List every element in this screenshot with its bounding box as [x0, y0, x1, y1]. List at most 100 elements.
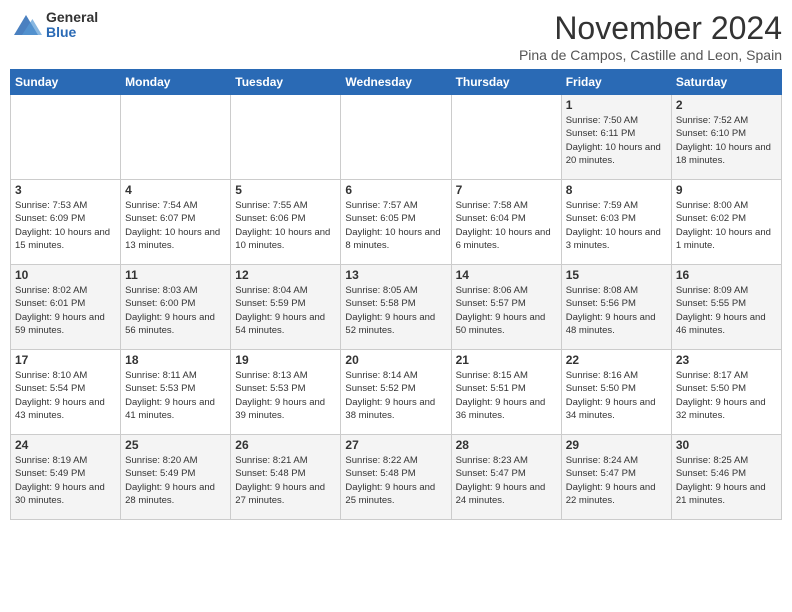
day-info: Sunrise: 8:24 AM Sunset: 5:47 PM Dayligh…: [566, 454, 667, 507]
day-header-friday: Friday: [561, 70, 671, 95]
calendar-cell: 11 Sunrise: 8:03 AM Sunset: 6:00 PM Dayli…: [121, 265, 231, 350]
logo: General Blue: [10, 10, 98, 41]
day-header-sunday: Sunday: [11, 70, 121, 95]
day-info: Sunrise: 8:25 AM Sunset: 5:46 PM Dayligh…: [676, 454, 777, 507]
day-number: 7: [456, 183, 557, 197]
calendar-cell: 6 Sunrise: 7:57 AM Sunset: 6:05 PM Daylig…: [341, 180, 451, 265]
calendar-cell: 30 Sunrise: 8:25 AM Sunset: 5:46 PM Dayli…: [671, 435, 781, 520]
day-info: Sunrise: 7:52 AM Sunset: 6:10 PM Dayligh…: [676, 114, 777, 167]
day-number: 20: [345, 353, 446, 367]
day-info: Sunrise: 8:05 AM Sunset: 5:58 PM Dayligh…: [345, 284, 446, 337]
calendar-cell: [121, 95, 231, 180]
calendar-week-row: 17Sunrise: 8:10 AM Sunset: 5:54 PM Dayli…: [11, 350, 782, 435]
day-number: 26: [235, 438, 336, 452]
day-number: 29: [566, 438, 667, 452]
calendar-cell: [11, 95, 121, 180]
calendar-cell: 16 Sunrise: 8:09 AM Sunset: 5:55 PM Dayli…: [671, 265, 781, 350]
day-number: 1: [566, 98, 667, 112]
logo-icon: [10, 11, 42, 39]
calendar-cell: 8 Sunrise: 7:59 AM Sunset: 6:03 PM Daylig…: [561, 180, 671, 265]
calendar-week-row: 10 Sunrise: 8:02 AM Sunset: 6:01 PM Dayli…: [11, 265, 782, 350]
location-subtitle: Pina de Campos, Castille and Leon, Spain: [519, 47, 782, 63]
day-info: Sunrise: 8:13 AM Sunset: 5:53 PM Dayligh…: [235, 369, 336, 422]
calendar-cell: 9 Sunrise: 8:00 AM Sunset: 6:02 PM Daylig…: [671, 180, 781, 265]
calendar-header-row: SundayMondayTuesdayWednesdayThursdayFrid…: [11, 70, 782, 95]
day-info: Sunrise: 7:53 AM Sunset: 6:09 PM Dayligh…: [15, 199, 116, 252]
day-info: Sunrise: 7:54 AM Sunset: 6:07 PM Dayligh…: [125, 199, 226, 252]
day-info: Sunrise: 8:20 AM Sunset: 5:49 PM Dayligh…: [125, 454, 226, 507]
day-number: 30: [676, 438, 777, 452]
day-info: Sunrise: 8:10 AM Sunset: 5:54 PM Dayligh…: [15, 369, 116, 422]
calendar-cell: [341, 95, 451, 180]
day-number: 9: [676, 183, 777, 197]
day-info: Sunrise: 8:02 AM Sunset: 6:01 PM Dayligh…: [15, 284, 116, 337]
calendar-cell: 12 Sunrise: 8:04 AM Sunset: 5:59 PM Dayli…: [231, 265, 341, 350]
calendar-cell: 7 Sunrise: 7:58 AM Sunset: 6:04 PM Daylig…: [451, 180, 561, 265]
calendar-cell: 27 Sunrise: 8:22 AM Sunset: 5:48 PM Dayli…: [341, 435, 451, 520]
calendar-cell: 2Sunrise: 7:52 AM Sunset: 6:10 PM Daylig…: [671, 95, 781, 180]
calendar-cell: 10 Sunrise: 8:02 AM Sunset: 6:01 PM Dayli…: [11, 265, 121, 350]
day-number: 19: [235, 353, 336, 367]
calendar-cell: 3Sunrise: 7:53 AM Sunset: 6:09 PM Daylig…: [11, 180, 121, 265]
page-header: General Blue November 2024 Pina de Campo…: [10, 10, 782, 63]
day-info: Sunrise: 8:19 AM Sunset: 5:49 PM Dayligh…: [15, 454, 116, 507]
calendar-cell: [231, 95, 341, 180]
day-number: 11: [125, 268, 226, 282]
day-number: 15: [566, 268, 667, 282]
calendar-cell: 17Sunrise: 8:10 AM Sunset: 5:54 PM Dayli…: [11, 350, 121, 435]
day-info: Sunrise: 7:50 AM Sunset: 6:11 PM Dayligh…: [566, 114, 667, 167]
day-number: 28: [456, 438, 557, 452]
day-info: Sunrise: 8:08 AM Sunset: 5:56 PM Dayligh…: [566, 284, 667, 337]
day-info: Sunrise: 7:58 AM Sunset: 6:04 PM Dayligh…: [456, 199, 557, 252]
day-header-saturday: Saturday: [671, 70, 781, 95]
day-info: Sunrise: 8:22 AM Sunset: 5:48 PM Dayligh…: [345, 454, 446, 507]
calendar-cell: 5 Sunrise: 7:55 AM Sunset: 6:06 PM Daylig…: [231, 180, 341, 265]
calendar-cell: [451, 95, 561, 180]
calendar-cell: 20Sunrise: 8:14 AM Sunset: 5:52 PM Dayli…: [341, 350, 451, 435]
calendar-week-row: 3Sunrise: 7:53 AM Sunset: 6:09 PM Daylig…: [11, 180, 782, 265]
day-number: 25: [125, 438, 226, 452]
calendar-cell: 26 Sunrise: 8:21 AM Sunset: 5:48 PM Dayli…: [231, 435, 341, 520]
calendar-cell: 25 Sunrise: 8:20 AM Sunset: 5:49 PM Dayli…: [121, 435, 231, 520]
day-number: 24: [15, 438, 116, 452]
calendar-cell: 19 Sunrise: 8:13 AM Sunset: 5:53 PM Dayli…: [231, 350, 341, 435]
day-info: Sunrise: 8:23 AM Sunset: 5:47 PM Dayligh…: [456, 454, 557, 507]
day-number: 4: [125, 183, 226, 197]
calendar-cell: 14Sunrise: 8:06 AM Sunset: 5:57 PM Dayli…: [451, 265, 561, 350]
calendar-cell: 4 Sunrise: 7:54 AM Sunset: 6:07 PM Daylig…: [121, 180, 231, 265]
day-number: 18: [125, 353, 226, 367]
day-number: 8: [566, 183, 667, 197]
logo-text: General Blue: [46, 10, 98, 41]
calendar-week-row: 1 Sunrise: 7:50 AM Sunset: 6:11 PM Daylig…: [11, 95, 782, 180]
day-number: 27: [345, 438, 446, 452]
calendar-cell: 23Sunrise: 8:17 AM Sunset: 5:50 PM Dayli…: [671, 350, 781, 435]
day-number: 12: [235, 268, 336, 282]
title-section: November 2024 Pina de Campos, Castille a…: [519, 10, 782, 63]
day-number: 10: [15, 268, 116, 282]
day-info: Sunrise: 8:17 AM Sunset: 5:50 PM Dayligh…: [676, 369, 777, 422]
day-info: Sunrise: 8:09 AM Sunset: 5:55 PM Dayligh…: [676, 284, 777, 337]
calendar-cell: 13 Sunrise: 8:05 AM Sunset: 5:58 PM Dayli…: [341, 265, 451, 350]
day-info: Sunrise: 7:57 AM Sunset: 6:05 PM Dayligh…: [345, 199, 446, 252]
month-title: November 2024: [519, 10, 782, 47]
calendar-cell: 24 Sunrise: 8:19 AM Sunset: 5:49 PM Dayli…: [11, 435, 121, 520]
day-info: Sunrise: 8:00 AM Sunset: 6:02 PM Dayligh…: [676, 199, 777, 252]
day-number: 21: [456, 353, 557, 367]
day-info: Sunrise: 7:59 AM Sunset: 6:03 PM Dayligh…: [566, 199, 667, 252]
day-number: 16: [676, 268, 777, 282]
day-header-tuesday: Tuesday: [231, 70, 341, 95]
day-number: 13: [345, 268, 446, 282]
day-info: Sunrise: 8:03 AM Sunset: 6:00 PM Dayligh…: [125, 284, 226, 337]
day-info: Sunrise: 8:16 AM Sunset: 5:50 PM Dayligh…: [566, 369, 667, 422]
day-number: 5: [235, 183, 336, 197]
day-number: 22: [566, 353, 667, 367]
calendar-cell: 15 Sunrise: 8:08 AM Sunset: 5:56 PM Dayli…: [561, 265, 671, 350]
day-info: Sunrise: 8:04 AM Sunset: 5:59 PM Dayligh…: [235, 284, 336, 337]
day-info: Sunrise: 7:55 AM Sunset: 6:06 PM Dayligh…: [235, 199, 336, 252]
calendar-week-row: 24 Sunrise: 8:19 AM Sunset: 5:49 PM Dayli…: [11, 435, 782, 520]
calendar-cell: 18Sunrise: 8:11 AM Sunset: 5:53 PM Dayli…: [121, 350, 231, 435]
day-number: 6: [345, 183, 446, 197]
calendar-table: SundayMondayTuesdayWednesdayThursdayFrid…: [10, 69, 782, 520]
day-header-monday: Monday: [121, 70, 231, 95]
day-info: Sunrise: 8:21 AM Sunset: 5:48 PM Dayligh…: [235, 454, 336, 507]
